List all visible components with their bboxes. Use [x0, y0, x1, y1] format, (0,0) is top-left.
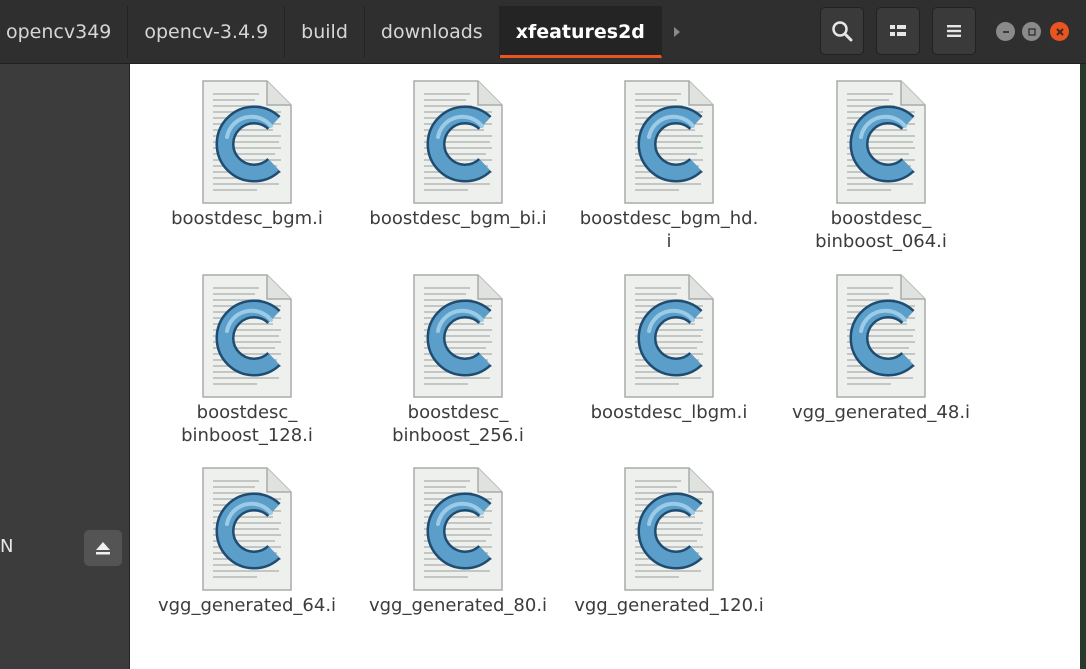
file-name: vgg_generated_120.i [574, 595, 764, 616]
window-edge [1080, 64, 1086, 669]
menu-button[interactable] [932, 7, 976, 55]
maximize-button[interactable] [1022, 22, 1041, 41]
breadcrumb-item-opencv349[interactable]: opencv349 [0, 6, 129, 58]
file-item[interactable]: boostdesc_ binboost_064.i [781, 80, 981, 253]
maximize-icon [1027, 27, 1036, 36]
file-name: boostdesc_ binboost_128.i [181, 402, 313, 446]
file-item[interactable]: boostdesc_bgm_hd. i [569, 80, 769, 253]
c-source-file-icon [408, 80, 508, 205]
minimize-icon [1002, 30, 1009, 33]
c-source-file-icon [619, 274, 719, 399]
file-name: boostdesc_bgm_hd. i [579, 208, 759, 252]
breadcrumb: opencv349 opencv-3.4.9 build downloads x… [0, 6, 692, 58]
breadcrumb-forward-button[interactable] [662, 6, 692, 58]
file-grid: boostdesc_bgm.i boostdesc_bgm_bi.i boost… [130, 64, 1080, 669]
view-toggle-button[interactable] [876, 7, 920, 55]
breadcrumb-item-build[interactable]: build [285, 6, 365, 58]
eject-button[interactable] [84, 530, 122, 566]
c-source-file-icon [197, 80, 297, 205]
c-source-file-icon [408, 467, 508, 592]
file-name: boostdesc_bgm.i [171, 208, 323, 229]
minimize-button[interactable] [996, 22, 1015, 41]
c-source-file-icon [619, 467, 719, 592]
file-item[interactable]: boostdesc_bgm.i [147, 80, 347, 230]
file-name: vgg_generated_48.i [791, 402, 971, 423]
hamburger-menu-icon [947, 25, 961, 37]
sidebar: N [0, 64, 130, 669]
search-icon [832, 21, 853, 42]
breadcrumb-item-downloads[interactable]: downloads [365, 6, 500, 58]
c-source-file-icon [197, 467, 297, 592]
file-name: vgg_generated_80.i [368, 595, 548, 616]
c-source-file-icon [197, 274, 297, 399]
eject-icon [96, 542, 110, 555]
file-item[interactable]: vgg_generated_64.i [147, 467, 347, 617]
breadcrumb-item-opencv-3-4-9[interactable]: opencv-3.4.9 [128, 6, 286, 58]
close-icon [1055, 27, 1064, 36]
file-item[interactable]: boostdesc_ binboost_256.i [358, 274, 558, 447]
header-bar: opencv349 opencv-3.4.9 build downloads x… [0, 0, 1086, 64]
view-toggle-icon [890, 25, 906, 36]
file-name: boostdesc_bgm_bi.i [369, 208, 547, 229]
close-button[interactable] [1050, 22, 1069, 41]
sidebar-item-label[interactable]: N [0, 536, 13, 557]
c-source-file-icon [408, 274, 508, 399]
breadcrumb-item-xfeatures2d[interactable]: xfeatures2d [499, 6, 662, 58]
c-source-file-icon [831, 80, 931, 205]
file-name: boostdesc_ binboost_256.i [392, 402, 524, 446]
file-item[interactable]: vgg_generated_120.i [569, 467, 769, 617]
file-item[interactable]: vgg_generated_48.i [781, 274, 981, 424]
search-button[interactable] [820, 7, 864, 55]
file-item[interactable]: boostdesc_lbgm.i [569, 274, 769, 424]
chevron-right-icon [673, 27, 680, 37]
c-source-file-icon [619, 80, 719, 205]
file-item[interactable]: boostdesc_bgm_bi.i [358, 80, 558, 230]
file-item[interactable]: boostdesc_ binboost_128.i [147, 274, 347, 447]
file-name: boostdesc_lbgm.i [590, 402, 748, 423]
file-name: vgg_generated_64.i [157, 595, 337, 616]
file-item[interactable]: vgg_generated_80.i [358, 467, 558, 617]
c-source-file-icon [831, 274, 931, 399]
file-name: boostdesc_ binboost_064.i [815, 208, 947, 252]
